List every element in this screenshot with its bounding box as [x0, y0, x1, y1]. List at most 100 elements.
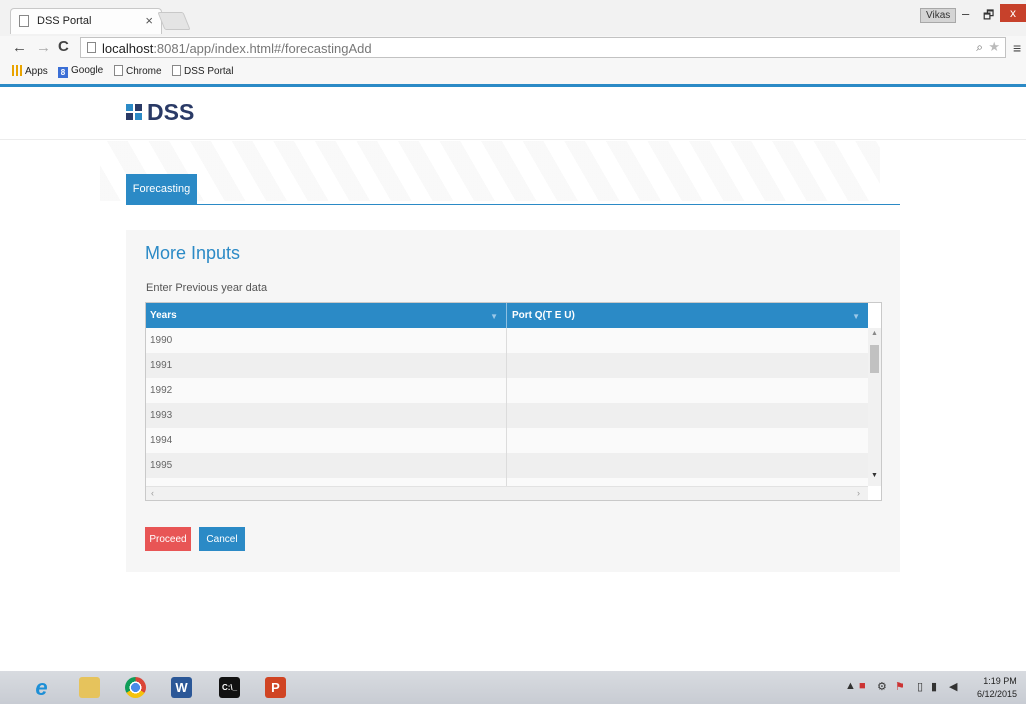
url-text[interactable]: localhost:8081/app/index.html#/forecasti…	[102, 41, 372, 56]
bookmark-label: Apps	[25, 66, 48, 77]
bookmark-apps[interactable]: Apps	[12, 65, 48, 77]
taskbar-word[interactable]: W	[162, 673, 200, 702]
port-value-cell[interactable]	[507, 353, 868, 378]
google-icon: 8	[58, 67, 68, 78]
table-row[interactable]: 1991	[146, 353, 868, 378]
bookmark-google[interactable]: 8 Google	[58, 65, 103, 78]
new-tab-button[interactable]	[157, 12, 191, 30]
table-row[interactable]: 1990	[146, 328, 868, 353]
bookmark-label: Google	[71, 65, 104, 76]
folder-icon	[79, 677, 100, 698]
decorative-pattern-band	[100, 141, 880, 201]
year-cell[interactable]	[146, 478, 507, 486]
bookmark-label: DSS Portal	[184, 66, 234, 77]
grid-header: Years ▼ Port Q(T E U) ▼	[146, 303, 868, 328]
bookmarks-bar: Apps 8 Google Chrome DSS Portal	[0, 60, 1026, 84]
cancel-button[interactable]: Cancel	[199, 527, 245, 551]
network-share-icon[interactable]: ⚙	[877, 680, 887, 693]
column-label: Years	[150, 310, 177, 321]
bookmark-label: Chrome	[126, 66, 162, 77]
port-value-cell[interactable]	[507, 478, 868, 486]
data-grid: Years ▼ Port Q(T E U) ▼ 1990 1991 1992 1…	[145, 302, 882, 501]
scroll-left-icon[interactable]: ‹	[151, 488, 154, 498]
column-header-years[interactable]: Years ▼	[146, 303, 507, 328]
header-divider	[0, 139, 1026, 140]
page-content: DSS Forecasting More Inputs Enter Previo…	[0, 87, 1026, 671]
menu-icon[interactable]: ≡	[1013, 40, 1021, 56]
action-center-icon[interactable]: ⚑	[895, 680, 905, 693]
year-cell[interactable]: 1992	[146, 378, 507, 403]
table-row[interactable]: 1995	[146, 453, 868, 478]
table-row[interactable]: 1994	[146, 428, 868, 453]
url-host: localhost	[102, 41, 154, 56]
apps-grid-icon	[12, 65, 22, 76]
table-row[interactable]	[146, 478, 868, 486]
year-cell[interactable]: 1993	[146, 403, 507, 428]
year-cell[interactable]: 1991	[146, 353, 507, 378]
year-cell[interactable]: 1994	[146, 428, 507, 453]
port-value-cell[interactable]	[507, 403, 868, 428]
proceed-button[interactable]: Proceed	[145, 527, 191, 551]
battery-icon[interactable]: ▯	[917, 680, 923, 693]
tab-underline	[126, 204, 900, 205]
taskbar: e W C:\_ P ▲ ■ ⚙ ⚑ ▯ ▮ ◀ 1:19 PM 6/12/20…	[0, 671, 1026, 704]
page-icon	[114, 65, 123, 76]
vertical-scrollbar[interactable]: ▲ ▼	[868, 328, 881, 486]
taskbar-file-explorer[interactable]	[70, 673, 108, 702]
tab-title: DSS Portal	[37, 15, 92, 27]
reload-icon[interactable]: C	[58, 38, 69, 55]
port-value-cell[interactable]	[507, 453, 868, 478]
logo-text[interactable]: DSS	[147, 99, 194, 126]
chrome-icon	[125, 677, 146, 698]
minimize-icon[interactable]: –	[962, 6, 969, 21]
browser-titlebar: DSS Portal × Vikas – 🗗 x	[0, 0, 1026, 36]
browser-tab[interactable]: DSS Portal ×	[10, 8, 162, 34]
url-path: :8081/app/index.html#/forecastingAdd	[153, 41, 372, 56]
year-cell[interactable]: 1990	[146, 328, 507, 353]
page-icon	[19, 15, 29, 27]
taskbar-chrome[interactable]	[116, 673, 154, 702]
horizontal-scrollbar[interactable]: ‹ ›	[146, 486, 868, 500]
scroll-thumb[interactable]	[870, 345, 879, 373]
signal-strength-icon[interactable]: ▮	[931, 680, 937, 693]
profile-badge[interactable]: Vikas	[920, 8, 957, 23]
clock-date[interactable]: 6/12/2015	[973, 689, 1021, 699]
port-value-cell[interactable]	[507, 328, 868, 353]
volume-icon[interactable]: ◀	[949, 680, 957, 693]
year-cell[interactable]: 1995	[146, 453, 507, 478]
column-header-port[interactable]: Port Q(T E U) ▼	[508, 303, 868, 328]
page-title: More Inputs	[145, 243, 241, 263]
bookmark-star-icon[interactable]: ★	[988, 39, 1000, 55]
scroll-up-icon[interactable]: ▲	[871, 330, 878, 337]
sort-icon[interactable]: ▼	[852, 304, 860, 329]
close-icon[interactable]: ×	[145, 13, 153, 28]
security-alert-icon[interactable]: ■	[859, 680, 866, 692]
word-icon: W	[171, 677, 192, 698]
clock-time[interactable]: 1:19 PM	[980, 676, 1020, 686]
bookmark-dss-portal[interactable]: DSS Portal	[172, 65, 233, 77]
system-tray: ▲ ■ ⚙ ⚑ ▯ ▮ ◀	[845, 680, 965, 696]
table-row[interactable]: 1992	[146, 378, 868, 403]
taskbar-command-prompt[interactable]: C:\_	[210, 673, 248, 702]
forward-arrow-icon[interactable]: →	[36, 39, 51, 56]
logo-icon	[126, 104, 142, 120]
page-icon	[87, 42, 96, 53]
powerpoint-icon: P	[265, 677, 286, 698]
window-close-button[interactable]: x	[1000, 4, 1026, 22]
address-bar[interactable]: localhost:8081/app/index.html#/forecasti…	[80, 37, 1006, 58]
bookmark-chrome[interactable]: Chrome	[114, 65, 162, 77]
restore-icon[interactable]: 🗗	[983, 6, 994, 27]
show-hidden-icons-icon[interactable]: ▲	[845, 680, 856, 692]
back-arrow-icon[interactable]: ←	[12, 39, 27, 56]
port-value-cell[interactable]	[507, 378, 868, 403]
scroll-right-icon[interactable]: ›	[857, 488, 860, 498]
browser-toolbar: ← → C localhost:8081/app/index.html#/for…	[0, 36, 1026, 60]
taskbar-powerpoint[interactable]: P	[256, 673, 294, 702]
scroll-down-icon[interactable]: ▼	[871, 472, 878, 479]
zoom-icon[interactable]: ⌕	[976, 40, 983, 55]
table-row[interactable]: 1993	[146, 403, 868, 428]
port-value-cell[interactable]	[507, 428, 868, 453]
tab-forecasting[interactable]: Forecasting	[126, 174, 197, 205]
taskbar-internet-explorer[interactable]: e	[22, 673, 60, 702]
sort-icon[interactable]: ▼	[490, 304, 498, 329]
